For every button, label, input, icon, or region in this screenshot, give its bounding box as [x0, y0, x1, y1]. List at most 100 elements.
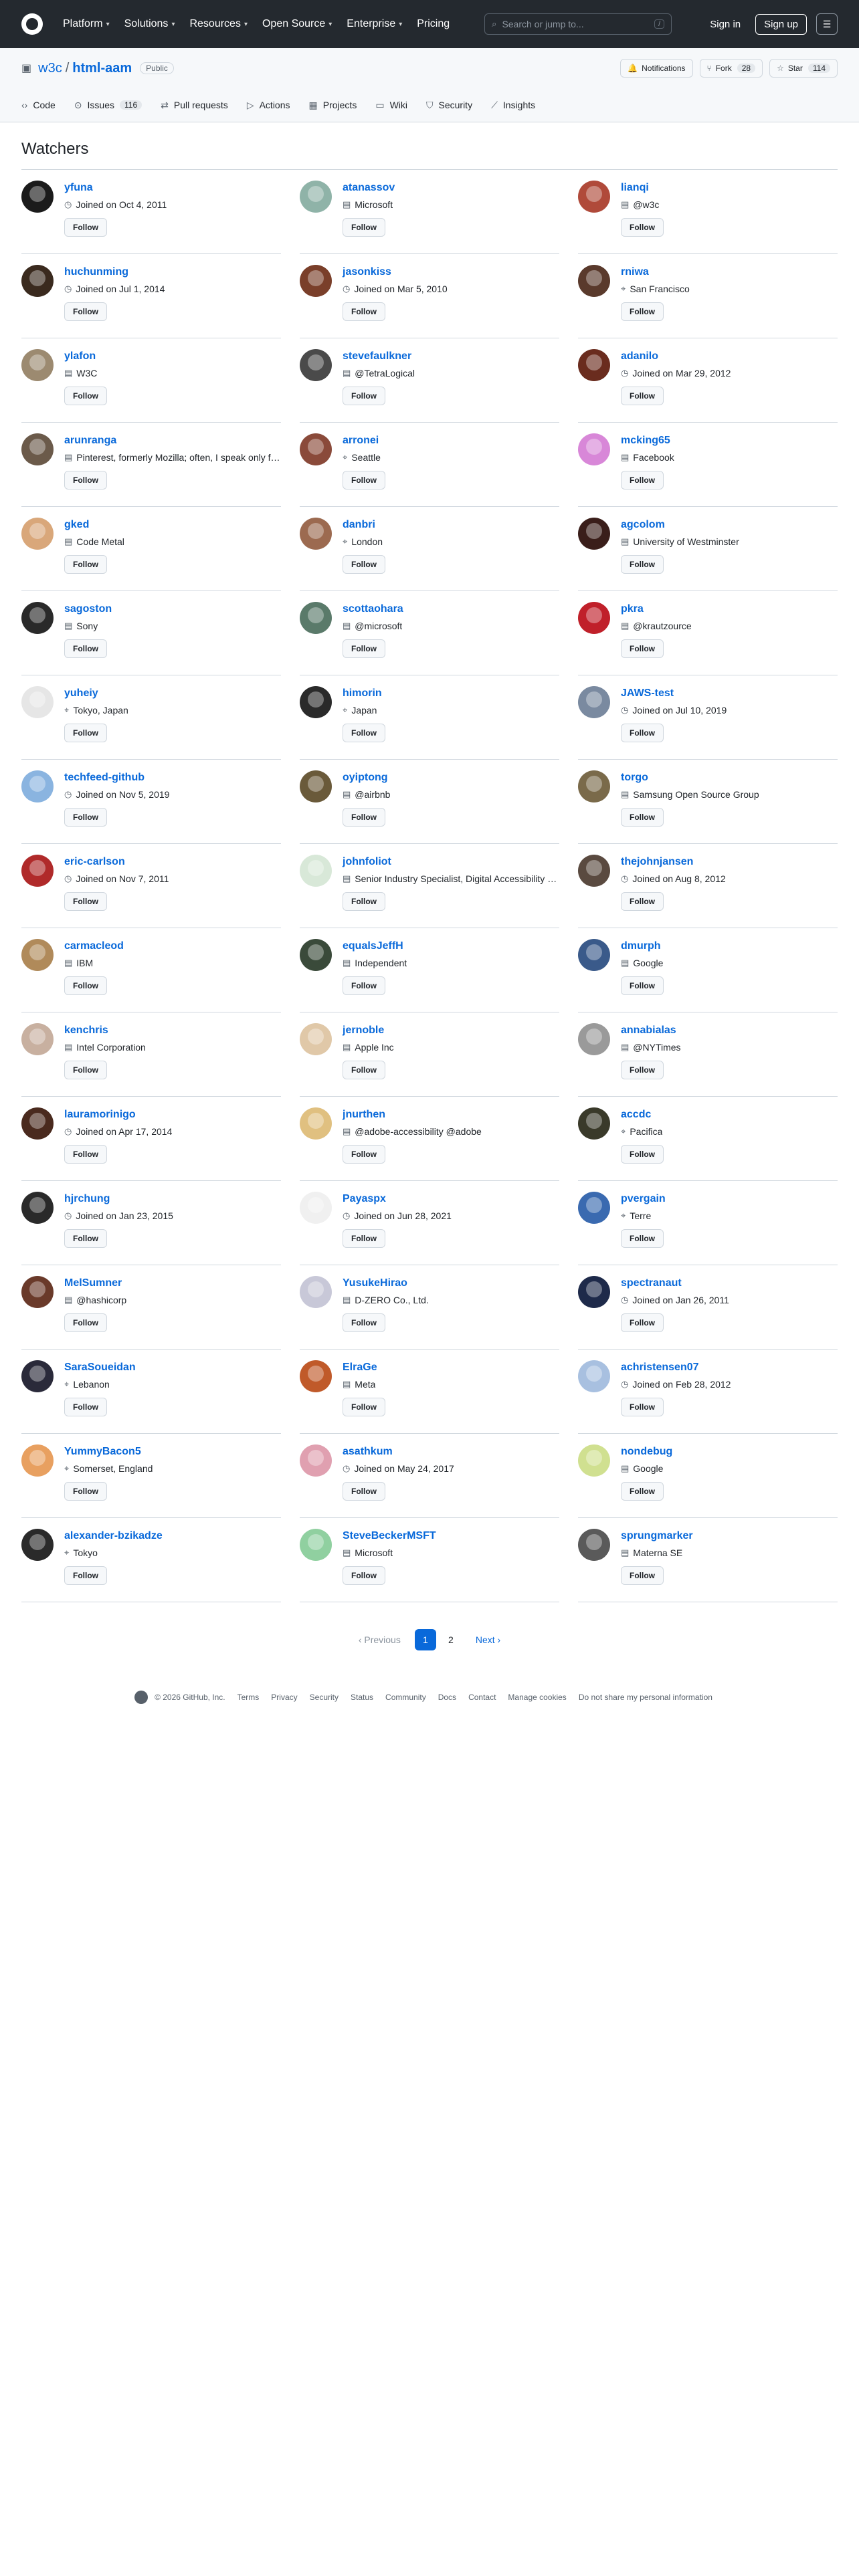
user-login-link[interactable]: agcolom: [621, 519, 838, 531]
nav-resources[interactable]: Resources ▾: [189, 18, 248, 30]
user-login-link[interactable]: atanassov: [343, 182, 559, 194]
user-login-link[interactable]: adanilo: [621, 350, 838, 362]
user-login-link[interactable]: stevefaulkner: [343, 350, 559, 362]
avatar[interactable]: [578, 181, 610, 213]
user-login-link[interactable]: SaraSoueidan: [64, 1362, 281, 1374]
nav-platform[interactable]: Platform ▾: [63, 18, 110, 30]
avatar[interactable]: [578, 686, 610, 718]
follow-button[interactable]: Follow: [621, 302, 664, 321]
user-login-link[interactable]: oyiptong: [343, 772, 559, 784]
avatar[interactable]: [21, 1360, 54, 1392]
tab-wiki[interactable]: ▭ Wiki: [375, 100, 407, 111]
follow-button[interactable]: Follow: [343, 1566, 385, 1585]
follow-button[interactable]: Follow: [343, 1313, 385, 1332]
avatar[interactable]: [300, 1529, 332, 1561]
avatar[interactable]: [21, 181, 54, 213]
avatar[interactable]: [21, 433, 54, 465]
nav-enterprise[interactable]: Enterprise ▾: [347, 18, 402, 30]
avatar[interactable]: [578, 1192, 610, 1224]
user-login-link[interactable]: pvergain: [621, 1193, 838, 1205]
follow-button[interactable]: Follow: [621, 555, 664, 574]
follow-button[interactable]: Follow: [343, 218, 385, 237]
search-input[interactable]: ⌕ Search or jump to... /: [484, 13, 672, 35]
follow-button[interactable]: Follow: [64, 1061, 107, 1079]
user-login-link[interactable]: thejohnjansen: [621, 856, 838, 868]
footer-link-do-not-share-my-personal-information[interactable]: Do not share my personal information: [579, 1693, 712, 1702]
follow-button[interactable]: Follow: [621, 387, 664, 405]
avatar[interactable]: [578, 265, 610, 297]
follow-button[interactable]: Follow: [621, 639, 664, 658]
follow-button[interactable]: Follow: [343, 302, 385, 321]
avatar[interactable]: [578, 770, 610, 802]
follow-button[interactable]: Follow: [343, 808, 385, 827]
avatar[interactable]: [300, 1444, 332, 1477]
avatar[interactable]: [578, 939, 610, 971]
avatar[interactable]: [578, 349, 610, 381]
follow-button[interactable]: Follow: [64, 1482, 107, 1501]
user-login-link[interactable]: arunranga: [64, 435, 281, 447]
menu-icon[interactable]: ☰: [816, 13, 838, 35]
follow-button[interactable]: Follow: [64, 1313, 107, 1332]
avatar[interactable]: [21, 265, 54, 297]
user-login-link[interactable]: equalsJeffH: [343, 940, 559, 952]
avatar[interactable]: [21, 1023, 54, 1055]
user-login-link[interactable]: yuheiy: [64, 687, 281, 700]
avatar[interactable]: [578, 518, 610, 550]
avatar[interactable]: [21, 602, 54, 634]
user-login-link[interactable]: eric-carlson: [64, 856, 281, 868]
follow-button[interactable]: Follow: [64, 218, 107, 237]
user-login-link[interactable]: johnfoliot: [343, 856, 559, 868]
avatar[interactable]: [21, 1276, 54, 1308]
user-login-link[interactable]: lauramorinigo: [64, 1109, 281, 1121]
tab-actions[interactable]: ▷ Actions: [247, 100, 290, 111]
user-login-link[interactable]: sagoston: [64, 603, 281, 615]
sign-up-button[interactable]: Sign up: [755, 13, 807, 35]
follow-button[interactable]: Follow: [64, 639, 107, 658]
user-login-link[interactable]: huchunming: [64, 266, 281, 278]
follow-button[interactable]: Follow: [343, 1145, 385, 1164]
avatar[interactable]: [300, 265, 332, 297]
avatar[interactable]: [300, 518, 332, 550]
user-login-link[interactable]: techfeed-github: [64, 772, 281, 784]
avatar[interactable]: [578, 1444, 610, 1477]
follow-button[interactable]: Follow: [621, 976, 664, 995]
user-login-link[interactable]: YummyBacon5: [64, 1446, 281, 1458]
avatar[interactable]: [578, 1023, 610, 1055]
footer-link-terms[interactable]: Terms: [237, 1693, 260, 1702]
avatar[interactable]: [300, 1023, 332, 1055]
github-logo-icon[interactable]: [134, 1691, 149, 1704]
page-1-button[interactable]: 1: [414, 1629, 436, 1650]
footer-link-security[interactable]: Security: [310, 1693, 339, 1702]
nav-pricing[interactable]: Pricing: [417, 18, 450, 30]
tab-pull-requests[interactable]: ⇄ Pull requests: [161, 100, 228, 111]
follow-button[interactable]: Follow: [621, 724, 664, 742]
follow-button[interactable]: Follow: [343, 387, 385, 405]
avatar[interactable]: [578, 1276, 610, 1308]
avatar[interactable]: [21, 518, 54, 550]
avatar[interactable]: [300, 1276, 332, 1308]
follow-button[interactable]: Follow: [621, 1482, 664, 1501]
user-login-link[interactable]: ElraGe: [343, 1362, 559, 1374]
follow-button[interactable]: Follow: [343, 976, 385, 995]
avatar[interactable]: [300, 181, 332, 213]
avatar[interactable]: [300, 349, 332, 381]
follow-button[interactable]: Follow: [64, 1229, 107, 1248]
avatar[interactable]: [21, 855, 54, 887]
avatar[interactable]: [578, 602, 610, 634]
user-login-link[interactable]: MelSumner: [64, 1277, 281, 1289]
user-login-link[interactable]: Payaspx: [343, 1193, 559, 1205]
follow-button[interactable]: Follow: [64, 808, 107, 827]
avatar[interactable]: [300, 1107, 332, 1140]
user-login-link[interactable]: lianqi: [621, 182, 838, 194]
follow-button[interactable]: Follow: [343, 471, 385, 490]
footer-link-privacy[interactable]: Privacy: [271, 1693, 297, 1702]
footer-link-contact[interactable]: Contact: [468, 1693, 496, 1702]
follow-button[interactable]: Follow: [621, 892, 664, 911]
follow-button[interactable]: Follow: [343, 1229, 385, 1248]
avatar[interactable]: [21, 939, 54, 971]
follow-button[interactable]: Follow: [64, 1566, 107, 1585]
follow-button[interactable]: Follow: [621, 808, 664, 827]
nav-open-source[interactable]: Open Source ▾: [262, 18, 332, 30]
user-login-link[interactable]: nondebug: [621, 1446, 838, 1458]
user-login-link[interactable]: jasonkiss: [343, 266, 559, 278]
